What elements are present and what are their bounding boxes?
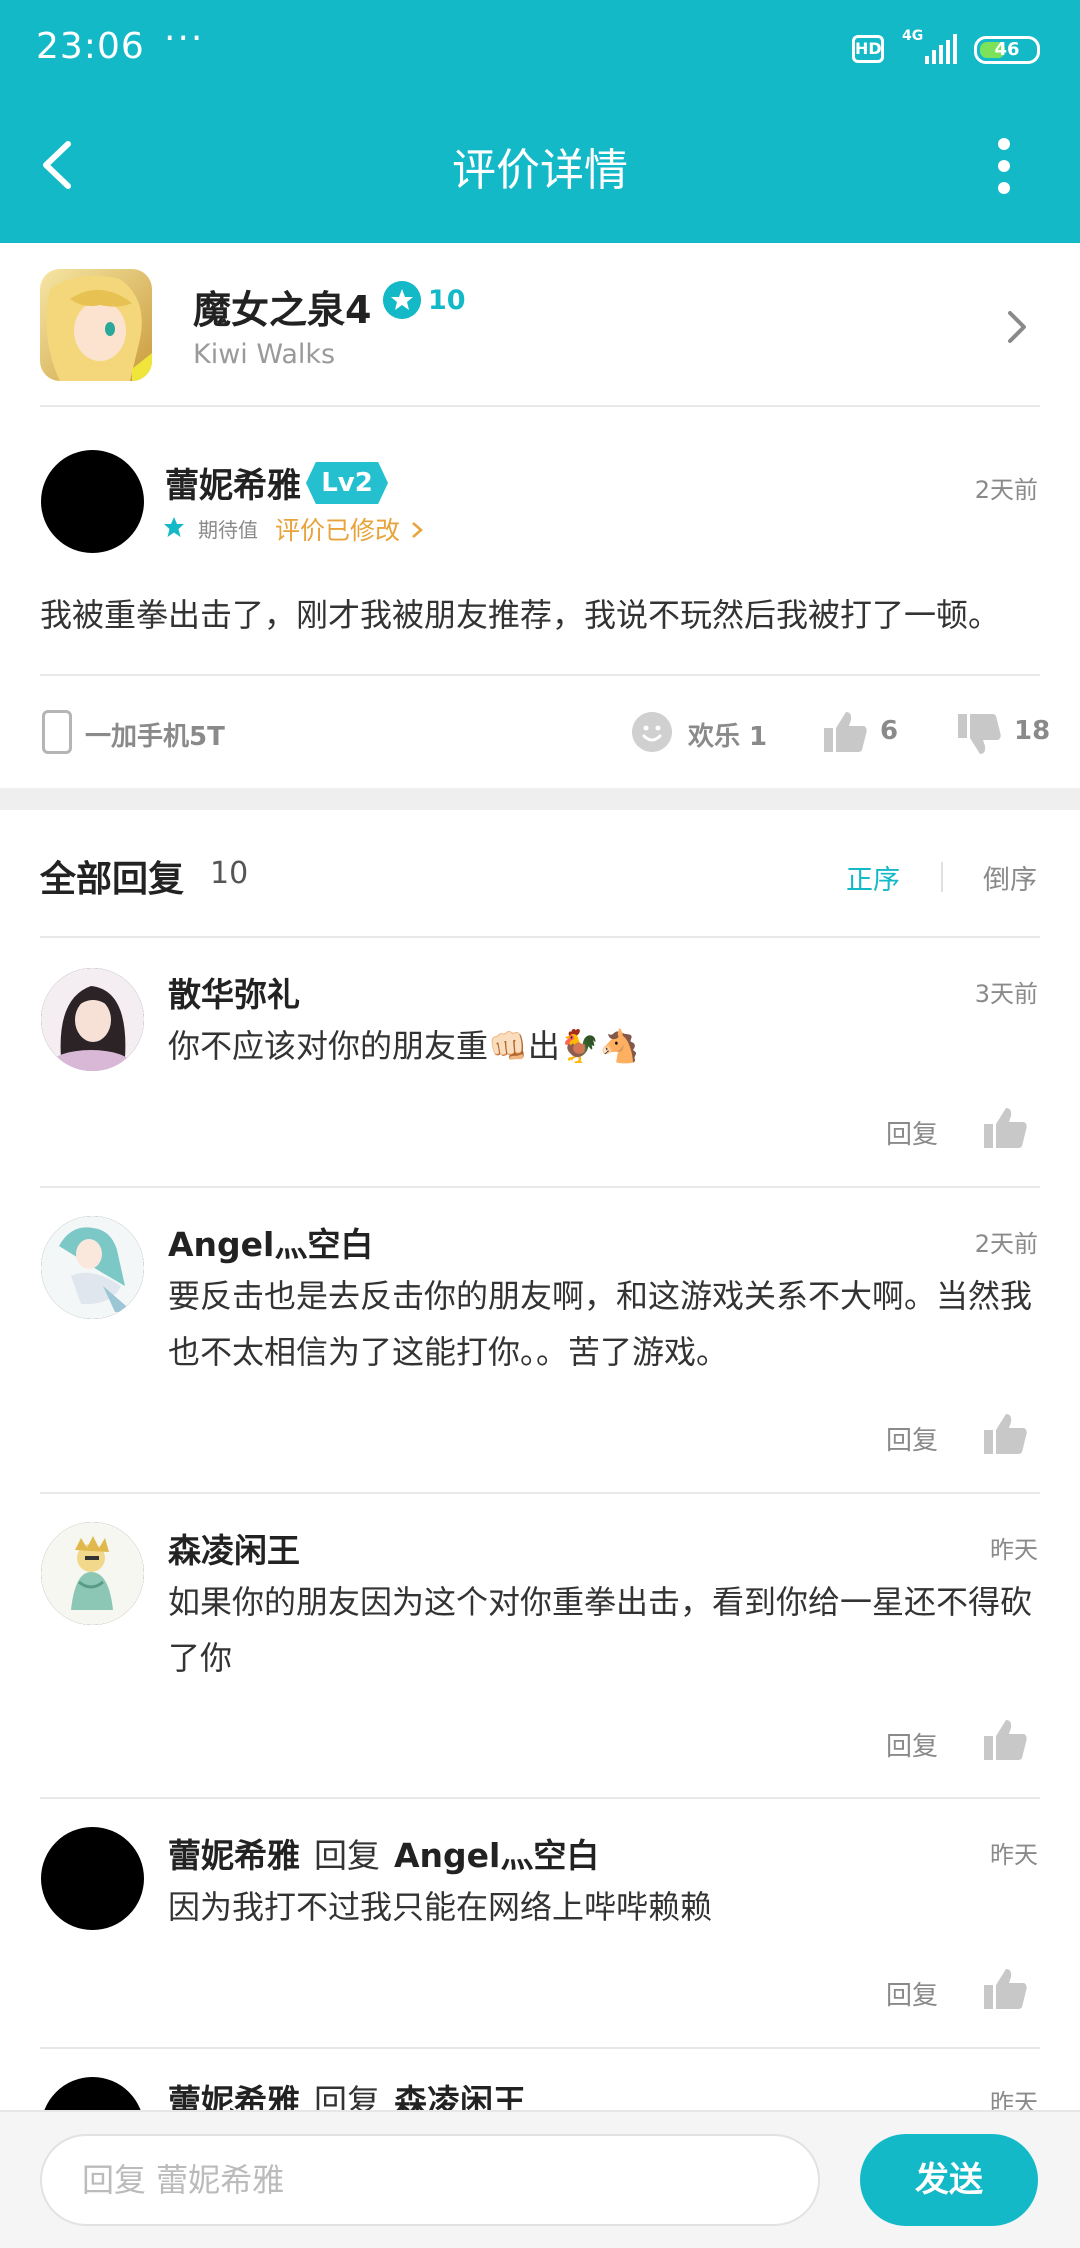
thumbs-up-icon[interactable] (982, 1965, 1028, 2011)
reply-time: 3天前 (974, 980, 1038, 1008)
reply-author-name[interactable]: 蕾妮希雅 (168, 1836, 300, 1875)
game-developer: Kiwi Walks (193, 339, 336, 370)
replies-header: 全部回复 10 正序 倒序 (0, 810, 1080, 938)
reply-author-name[interactable]: 蕾妮希雅 (168, 2082, 300, 2110)
reply-item: 蕾妮希雅 回复 Angel灬空白 昨天 因为我打不过我只能在网络上哔哔赖赖 回复 (0, 1799, 1080, 2047)
status-notification-dots: ··· (164, 18, 205, 59)
sort-descending-tab[interactable]: 倒序 (983, 858, 1037, 897)
review-edited-link[interactable]: 评价已修改 (275, 511, 426, 547)
reply-target-name[interactable]: 森凌闲王 (394, 2082, 526, 2110)
reply-item: Angel灬空白 2天前 要反击也是去反击你的朋友啊，和这游戏关系不大啊。当然我… (0, 1188, 1080, 1492)
avatar[interactable] (41, 450, 144, 553)
reply-text: 因为我打不过我只能在网络上哔哔赖赖 (168, 1888, 713, 1926)
divider (40, 674, 1040, 676)
status-bar: 23:06 ··· HD 4G 46 (0, 0, 1080, 100)
expectation-label: 期待值 (198, 518, 258, 542)
replies-count: 10 (210, 856, 249, 891)
thumbs-up-icon[interactable] (822, 708, 868, 754)
reply-button[interactable]: 回复 (886, 1114, 938, 1151)
device-name: 一加手机5T (85, 722, 225, 752)
reply-time: 昨天 (990, 1536, 1038, 1564)
reply-text: 如果你的朋友因为这个对你重拳出击，看到你给一星还不得砍了你 (168, 1583, 1033, 1677)
review-text: 我被重拳出击了，刚才我被朋友推荐，我说不玩然后我被打了一顿。 (40, 596, 1001, 634)
game-title: 魔女之泉4 (193, 288, 372, 332)
reply-button[interactable]: 回复 (886, 1726, 938, 1763)
reply-to-word: 回复 (314, 1836, 380, 1875)
reply-time: 昨天 (990, 2089, 1038, 2110)
reply-author-name[interactable]: Angel灬空白 (168, 1218, 373, 1266)
reply-text: 要反击也是去反击你的朋友啊，和这游戏关系不大啊。当然我也不太相信为了这能打你。。… (168, 1277, 1033, 1371)
game-cover-image (40, 269, 152, 381)
reply-button[interactable]: 回复 (886, 1420, 938, 1457)
divider (941, 862, 943, 892)
more-menu-icon[interactable] (984, 138, 1024, 194)
signal-icon (925, 34, 957, 64)
reply-time: 昨天 (990, 1841, 1038, 1869)
rating-star-icon (383, 281, 421, 319)
chevron-right-icon (412, 522, 423, 538)
game-score: 10 (428, 285, 466, 316)
reply-target-name[interactable]: Angel灬空白 (394, 1836, 599, 1875)
review-author-name[interactable]: 蕾妮希雅 (165, 458, 301, 507)
reply-to-word: 回复 (314, 2082, 380, 2110)
level-badge: Lv2 (306, 462, 388, 504)
app-header: 23:06 ··· HD 4G 46 评价详情 (0, 0, 1080, 243)
reply-time: 2天前 (974, 1230, 1038, 1258)
review-time: 2天前 (974, 476, 1038, 504)
thumbs-up-icon[interactable] (982, 1716, 1028, 1762)
star-icon (164, 517, 184, 537)
network-type: 4G (902, 28, 924, 44)
reply-author-name[interactable]: 森凌闲王 (168, 1524, 300, 1572)
reply-author-name[interactable]: 散华弥礼 (168, 968, 300, 1016)
page-title: 评价详情 (452, 145, 628, 196)
downvote-count: 18 (1014, 716, 1051, 746)
reply-text: 你不应该对你的朋友重👊🏻出🐓🐴 (168, 1027, 640, 1065)
avatar[interactable] (41, 1522, 144, 1625)
avatar[interactable] (41, 1216, 144, 1319)
fun-reaction-count[interactable]: 欢乐 1 (688, 716, 767, 753)
avatar[interactable] (41, 968, 144, 1071)
divider (40, 405, 1040, 407)
reply-composer: 发送 (0, 2110, 1080, 2248)
reply-author-line: 蕾妮希雅 回复 Angel灬空白 (168, 1829, 599, 1877)
thumbs-up-icon[interactable] (982, 1104, 1028, 1150)
battery-icon: 46 (974, 36, 1040, 64)
review-meta-row: 一加手机5T 欢乐 1 6 18 (0, 690, 1080, 778)
game-link-row[interactable]: 魔女之泉4 10 Kiwi Walks (0, 243, 1080, 407)
reply-item: 蕾妮希雅 回复 森凌闲王 昨天 (0, 2049, 1080, 2110)
review-edited-label: 评价已修改 (275, 516, 401, 545)
smile-icon[interactable] (632, 712, 672, 752)
reply-item: 森凌闲王 昨天 如果你的朋友因为这个对你重拳出击，看到你给一星还不得砍了你 回复 (0, 1494, 1080, 1798)
battery-level: 46 (994, 39, 1020, 60)
status-time: 23:06 (36, 26, 145, 67)
phone-icon (42, 710, 72, 754)
reply-input[interactable] (40, 2134, 820, 2226)
section-separator (0, 788, 1080, 810)
replies-title: 全部回复 (40, 859, 185, 900)
hd-icon: HD (852, 35, 884, 63)
avatar[interactable] (41, 2077, 144, 2110)
chevron-right-icon (1008, 311, 1026, 343)
thumbs-up-icon[interactable] (982, 1410, 1028, 1456)
avatar[interactable] (41, 1827, 144, 1930)
send-button[interactable]: 发送 (860, 2134, 1038, 2226)
upvote-count: 6 (880, 716, 899, 746)
thumbs-down-icon[interactable] (956, 712, 1002, 758)
reply-button[interactable]: 回复 (886, 1975, 938, 2012)
sort-ascending-tab[interactable]: 正序 (846, 858, 900, 897)
reply-item: 散华弥礼 3天前 你不应该对你的朋友重👊🏻出🐓🐴 回复 (0, 938, 1080, 1186)
reply-author-line: 蕾妮希雅 回复 森凌闲王 (168, 2075, 526, 2110)
